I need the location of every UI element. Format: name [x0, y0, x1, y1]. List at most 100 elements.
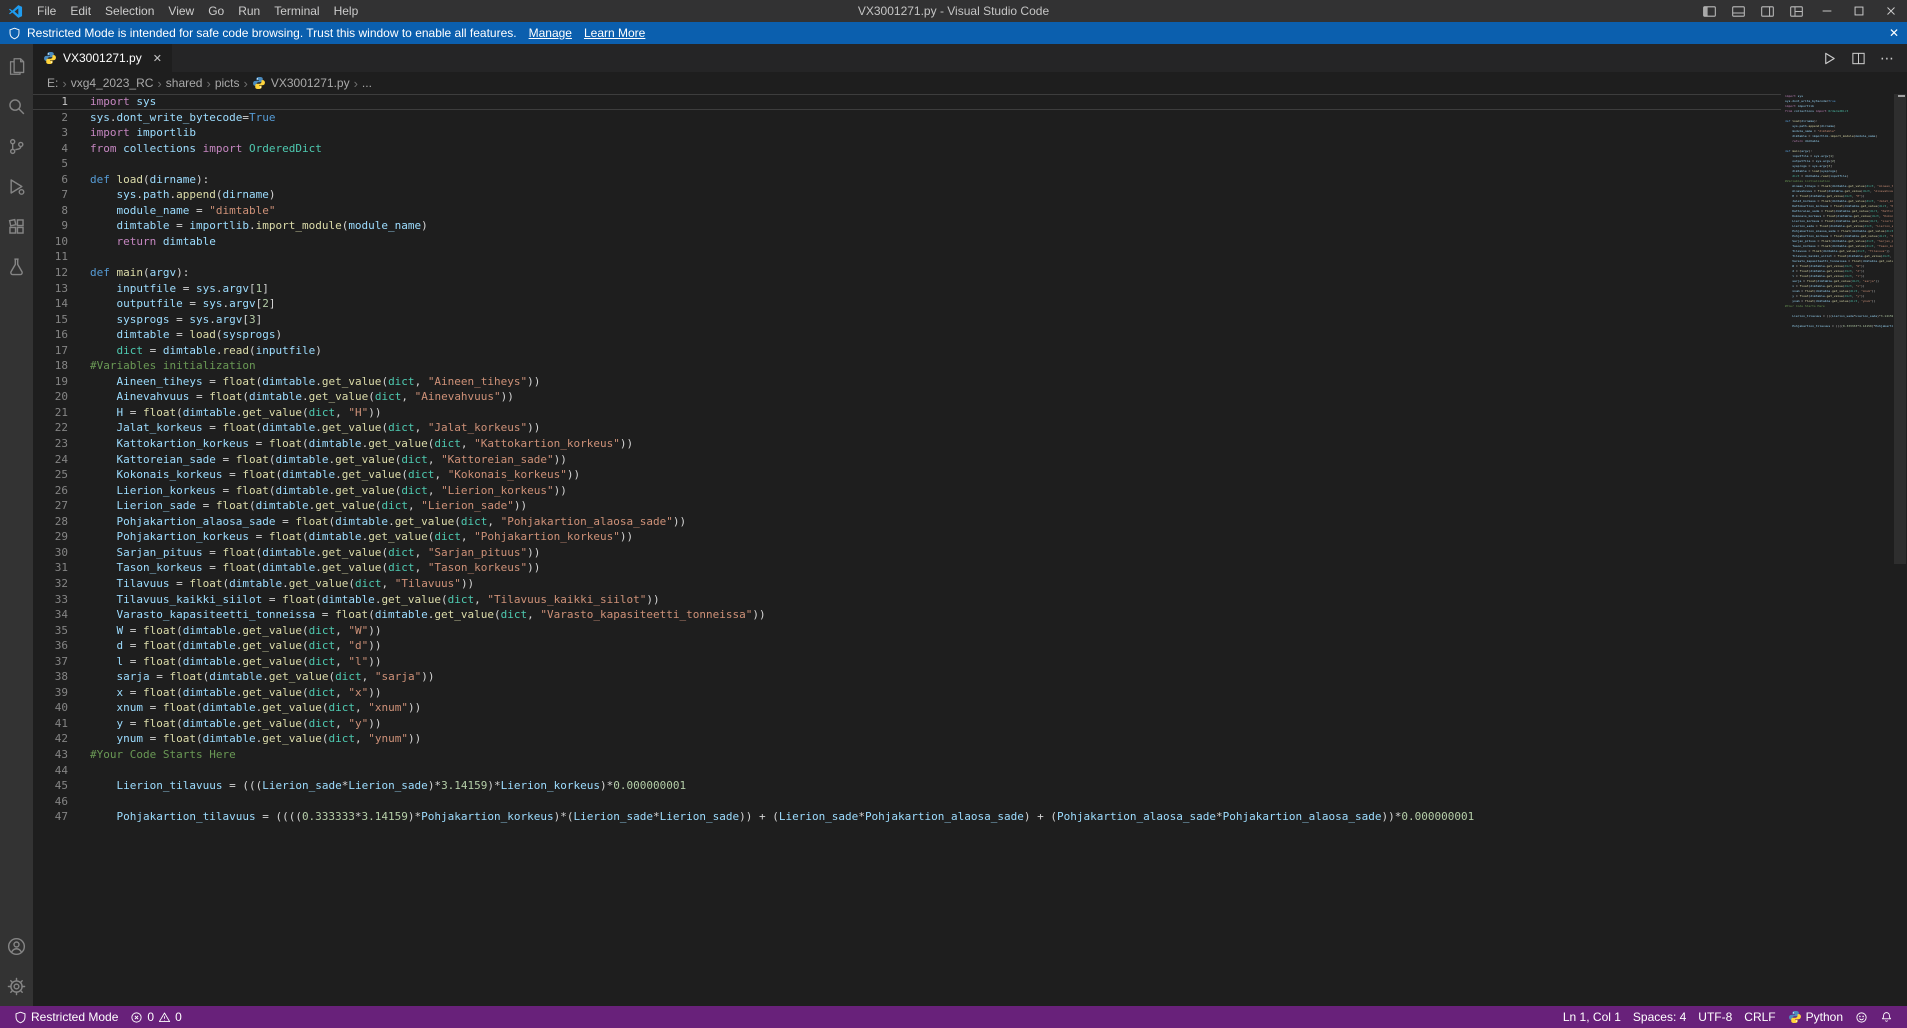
source-control-icon[interactable] — [0, 126, 33, 166]
code-line[interactable]: 42 ynum = float(dimtable.get_value(dict,… — [33, 731, 1781, 747]
line-number[interactable]: 20 — [33, 389, 68, 405]
code-line[interactable]: 8 module_name = "dimtable" — [33, 203, 1781, 219]
code-line[interactable]: 38 sarja = float(dimtable.get_value(dict… — [33, 669, 1781, 685]
toggle-secondary-sidebar-icon[interactable] — [1753, 0, 1782, 22]
scrollbar-thumb[interactable] — [1894, 94, 1906, 564]
maximize-button[interactable] — [1843, 0, 1875, 22]
line-number[interactable]: 29 — [33, 529, 68, 545]
code-line[interactable]: 45 Lierion_tilavuus = (((Lierion_sade*Li… — [33, 778, 1781, 794]
code-line[interactable]: 19 Aineen_tiheys = float(dimtable.get_va… — [33, 374, 1781, 390]
code-line[interactable]: 13 inputfile = sys.argv[1] — [33, 281, 1781, 297]
code-line[interactable]: 18#Variables initialization — [33, 358, 1781, 374]
tab-close-button[interactable]: ✕ — [153, 52, 162, 65]
line-number[interactable]: 21 — [33, 405, 68, 421]
line-number[interactable]: 23 — [33, 436, 68, 452]
line-number[interactable]: 34 — [33, 607, 68, 623]
code-line[interactable]: 6def load(dirname): — [33, 172, 1781, 188]
menu-terminal[interactable]: Terminal — [267, 0, 326, 22]
extensions-icon[interactable] — [0, 206, 33, 246]
code-line[interactable]: 20 Ainevahvuus = float(dimtable.get_valu… — [33, 389, 1781, 405]
line-number[interactable]: 18 — [33, 358, 68, 374]
code-line[interactable]: 22 Jalat_korkeus = float(dimtable.get_va… — [33, 420, 1781, 436]
line-number[interactable]: 36 — [33, 638, 68, 654]
breadcrumb-item[interactable]: ... — [362, 76, 372, 90]
menu-help[interactable]: Help — [327, 0, 366, 22]
search-icon[interactable] — [0, 86, 33, 126]
breadcrumb-item[interactable]: VX3001271.py — [252, 76, 350, 90]
code-line[interactable]: 12def main(argv): — [33, 265, 1781, 281]
settings-gear-icon[interactable] — [0, 966, 33, 1006]
code-line[interactable]: 23 Kattokartion_korkeus = float(dimtable… — [33, 436, 1781, 452]
line-number[interactable]: 9 — [33, 218, 68, 234]
tab-vx3001271[interactable]: VX3001271.py ✕ — [33, 44, 172, 72]
code-line[interactable]: 5 — [33, 156, 1781, 172]
line-number[interactable]: 38 — [33, 669, 68, 685]
code-line[interactable]: 29 Pohjakartion_korkeus = float(dimtable… — [33, 529, 1781, 545]
eol-status[interactable]: CRLF — [1738, 1006, 1781, 1028]
notifications-bell-icon[interactable] — [1874, 1006, 1899, 1028]
code-line[interactable]: 36 d = float(dimtable.get_value(dict, "d… — [33, 638, 1781, 654]
line-number[interactable]: 10 — [33, 234, 68, 250]
code-line[interactable]: 27 Lierion_sade = float(dimtable.get_val… — [33, 498, 1781, 514]
line-number[interactable]: 19 — [33, 374, 68, 390]
code-line[interactable]: 2sys.dont_write_bytecode=True — [33, 110, 1781, 126]
code-line[interactable]: 35 W = float(dimtable.get_value(dict, "W… — [33, 623, 1781, 639]
more-actions-button[interactable]: ⋯ — [1880, 50, 1895, 67]
breadcrumb-item[interactable]: vxg4_2023_RC — [71, 76, 154, 90]
toggle-primary-sidebar-icon[interactable] — [1695, 0, 1724, 22]
code-line[interactable]: 1import sys — [33, 94, 1781, 110]
language-mode-status[interactable]: Python — [1782, 1006, 1849, 1028]
line-number[interactable]: 14 — [33, 296, 68, 312]
breadcrumb-item[interactable]: picts — [215, 76, 240, 90]
code-line[interactable]: 15 sysprogs = sys.argv[3] — [33, 312, 1781, 328]
line-number[interactable]: 44 — [33, 763, 68, 779]
line-number[interactable]: 45 — [33, 778, 68, 794]
line-number[interactable]: 1 — [33, 94, 68, 110]
menu-run[interactable]: Run — [231, 0, 267, 22]
code-line[interactable]: 32 Tilavuus = float(dimtable.get_value(d… — [33, 576, 1781, 592]
line-number[interactable]: 43 — [33, 747, 68, 763]
code-area[interactable]: 1import sys2sys.dont_write_bytecode=True… — [33, 94, 1781, 1006]
code-line[interactable]: 40 xnum = float(dimtable.get_value(dict,… — [33, 700, 1781, 716]
code-line[interactable]: 43#Your Code Starts Here — [33, 747, 1781, 763]
minimap[interactable]: import sys sys.dont_write_bytecode=True … — [1781, 94, 1893, 1006]
code-line[interactable]: 47 Pohjakartion_tilavuus = ((((0.333333*… — [33, 809, 1781, 825]
feedback-icon[interactable] — [1849, 1006, 1874, 1028]
line-number[interactable]: 33 — [33, 592, 68, 608]
code-line[interactable]: 46 — [33, 794, 1781, 810]
code-line[interactable]: 4from collections import OrderedDict — [33, 141, 1781, 157]
code-line[interactable]: 16 dimtable = load(sysprogs) — [33, 327, 1781, 343]
run-and-debug-icon[interactable] — [0, 166, 33, 206]
code-line[interactable]: 39 x = float(dimtable.get_value(dict, "x… — [33, 685, 1781, 701]
code-line[interactable]: 9 dimtable = importlib.import_module(mod… — [33, 218, 1781, 234]
line-number[interactable]: 5 — [33, 156, 68, 172]
code-line[interactable]: 28 Pohjakartion_alaosa_sade = float(dimt… — [33, 514, 1781, 530]
line-number[interactable]: 22 — [33, 420, 68, 436]
line-number[interactable]: 16 — [33, 327, 68, 343]
line-number[interactable]: 27 — [33, 498, 68, 514]
line-number[interactable]: 2 — [33, 110, 68, 126]
line-number[interactable]: 39 — [33, 685, 68, 701]
scrollbar[interactable] — [1893, 94, 1907, 1006]
cursor-position-status[interactable]: Ln 1, Col 1 — [1557, 1006, 1627, 1028]
line-number[interactable]: 6 — [33, 172, 68, 188]
close-window-button[interactable] — [1875, 0, 1907, 22]
banner-manage-link[interactable]: Manage — [529, 26, 572, 40]
line-number[interactable]: 17 — [33, 343, 68, 359]
code-line[interactable]: 17 dict = dimtable.read(inputfile) — [33, 343, 1781, 359]
code-line[interactable]: 25 Kokonais_korkeus = float(dimtable.get… — [33, 467, 1781, 483]
code-line[interactable]: 37 l = float(dimtable.get_value(dict, "l… — [33, 654, 1781, 670]
line-number[interactable]: 32 — [33, 576, 68, 592]
banner-close-button[interactable]: ✕ — [1889, 26, 1899, 40]
line-number[interactable]: 40 — [33, 700, 68, 716]
line-number[interactable]: 24 — [33, 452, 68, 468]
menu-view[interactable]: View — [161, 0, 201, 22]
code-line[interactable]: 7 sys.path.append(dirname) — [33, 187, 1781, 203]
menu-edit[interactable]: Edit — [63, 0, 98, 22]
code-line[interactable]: 26 Lierion_korkeus = float(dimtable.get_… — [33, 483, 1781, 499]
restricted-mode-status[interactable]: Restricted Mode — [8, 1006, 124, 1028]
toggle-panel-icon[interactable] — [1724, 0, 1753, 22]
line-number[interactable]: 41 — [33, 716, 68, 732]
customize-layout-icon[interactable] — [1782, 0, 1811, 22]
line-number[interactable]: 4 — [33, 141, 68, 157]
